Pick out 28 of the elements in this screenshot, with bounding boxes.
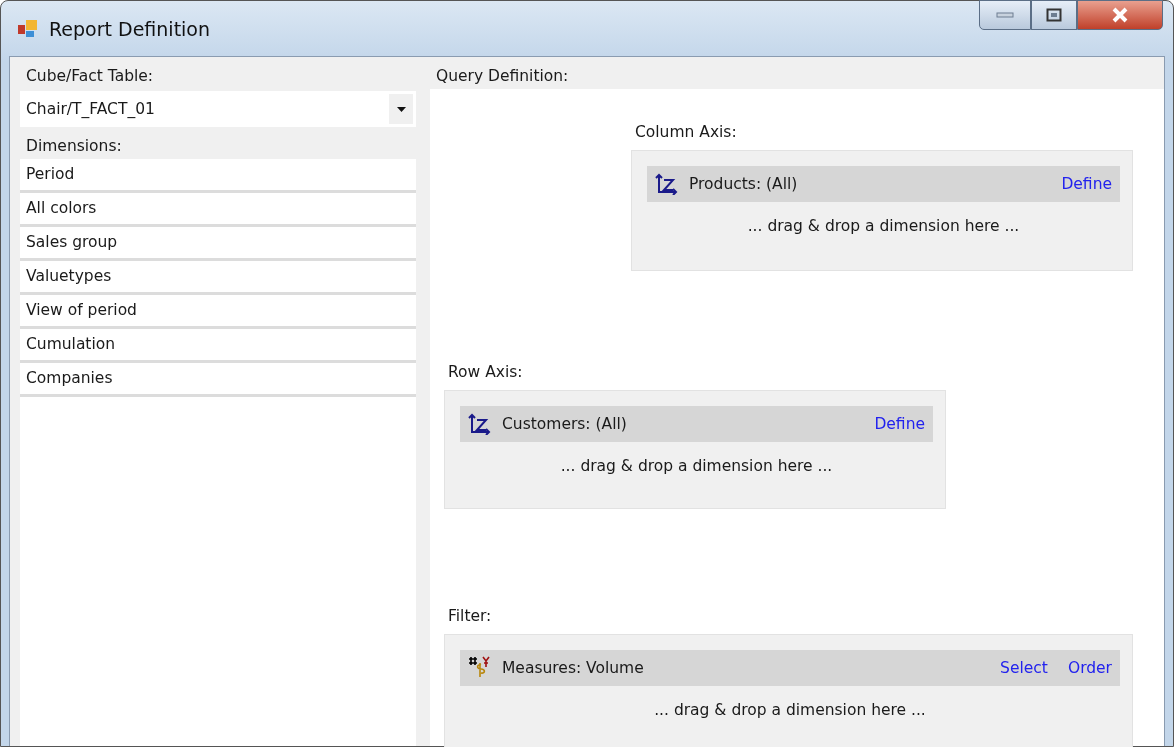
query-definition-label: Query Definition: bbox=[435, 66, 570, 87]
close-button[interactable] bbox=[1077, 0, 1163, 30]
dimension-name: Customers: (All) bbox=[502, 415, 628, 433]
minimize-button[interactable] bbox=[979, 0, 1031, 30]
axis-icon bbox=[468, 413, 492, 435]
caret-icon bbox=[396, 106, 406, 112]
close-icon bbox=[1111, 7, 1129, 23]
action-link[interactable]: Order bbox=[1067, 659, 1112, 677]
action-link[interactable]: Define bbox=[1061, 175, 1112, 193]
action-link[interactable]: Select bbox=[1000, 659, 1048, 677]
drop-hint: ... drag & drop a dimension here ... bbox=[559, 456, 834, 475]
dimension-name: Products: (All) bbox=[689, 175, 799, 193]
axis-label: Column Axis: bbox=[635, 123, 737, 141]
axis-label: Row Axis: bbox=[448, 363, 523, 381]
window-title: Report Definition bbox=[49, 17, 212, 40]
minimize-icon bbox=[996, 12, 1014, 18]
drop-hint: ... drag & drop a dimension here ... bbox=[653, 700, 927, 719]
axis-label: Filter: bbox=[448, 607, 492, 625]
app-icon bbox=[17, 17, 39, 40]
cube-dropdown[interactable]: Chair/T_FACT_01 bbox=[20, 91, 416, 127]
dimensions-label: Dimensions: bbox=[25, 136, 123, 157]
axis-icon bbox=[655, 173, 679, 195]
maximize-icon bbox=[1046, 8, 1062, 22]
maximize-button[interactable] bbox=[1031, 0, 1077, 30]
action-link[interactable]: Define bbox=[874, 415, 925, 433]
drop-hint: ... drag & drop a dimension here ... bbox=[746, 216, 1021, 235]
cube-label: Cube/Fact Table: bbox=[25, 66, 155, 87]
dimension-name: Measures: Volume bbox=[502, 659, 645, 677]
